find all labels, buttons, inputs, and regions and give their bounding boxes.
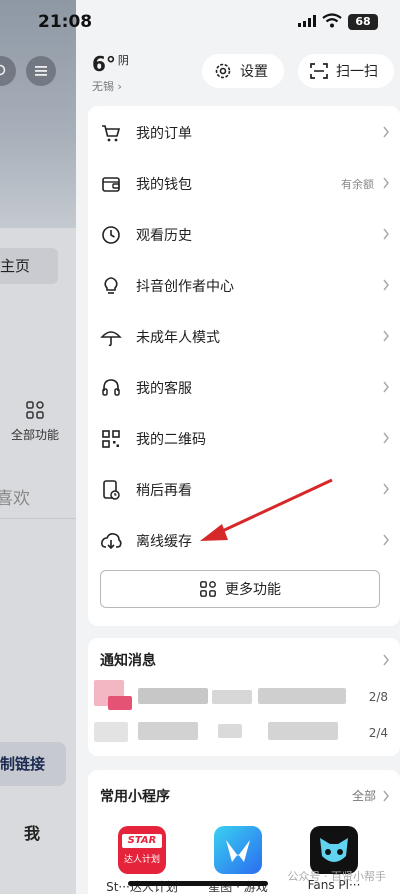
chevron-right-icon	[383, 381, 389, 393]
notifications-card[interactable]: 通知消息 2/8 2/4	[88, 638, 400, 756]
weather-city-label: 无锡	[92, 80, 114, 93]
scan-label: 扫一扫	[336, 64, 378, 80]
umbrella-icon	[100, 331, 122, 347]
menu-item-orders[interactable]: 我的订单	[88, 108, 400, 158]
copy-link-button[interactable]: 制链接	[0, 742, 66, 786]
menu-item-wallet[interactable]: 我的钱包 有余额	[88, 159, 400, 209]
message-preview-blurred	[268, 722, 338, 740]
weather-condition: 阴	[117, 54, 129, 67]
menu-item-label: 稍后再看	[136, 483, 192, 499]
scan-button[interactable]: 扫一扫	[298, 54, 394, 88]
chevron-right-icon	[383, 330, 389, 342]
more-functions-label: 更多功能	[225, 582, 281, 598]
menu-item-watch-later[interactable]: 稍后再看	[88, 465, 400, 515]
settings-label: 设置	[240, 64, 268, 80]
mini-programs-title: 常用小程序	[100, 789, 170, 805]
message-preview-blurred	[212, 690, 252, 704]
notifications-title: 通知消息	[100, 653, 156, 669]
profile-panel-dimmed: 主页 全部功能 喜欢 制链接 我	[0, 0, 76, 894]
grid-icon	[200, 581, 216, 597]
menu-item-label: 我的钱包	[136, 177, 192, 193]
avatar	[94, 722, 128, 742]
cart-icon	[102, 125, 121, 142]
menu-item-label: 未成年人模式	[136, 330, 220, 346]
menu-item-label: 离线缓存	[136, 534, 192, 550]
wifi-icon	[322, 13, 342, 28]
headset-icon	[102, 379, 120, 396]
qrcode-icon	[102, 430, 120, 448]
tab-main[interactable]: 主页	[0, 248, 58, 284]
notification-date: 2/8	[368, 690, 388, 704]
chevron-right-icon	[383, 432, 389, 444]
grid-icon	[26, 401, 44, 419]
divider	[0, 518, 76, 519]
menu-item-qrcode[interactable]: 我的二维码	[88, 414, 400, 464]
side-drawer: 6° 阴 无锡 › 设置 扫一扫 我的订单 我的钱包 有余额 观看历史 抖音创作…	[76, 0, 400, 894]
chevron-right-icon	[383, 126, 389, 138]
scan-icon	[310, 63, 328, 79]
watch-later-icon	[103, 480, 120, 500]
menu-card: 我的订单 我的钱包 有余额 观看历史 抖音创作者中心 未成年人模式 我的客服 我…	[88, 106, 400, 626]
avatar	[108, 696, 132, 710]
chevron-right-icon	[383, 534, 389, 546]
settings-button[interactable]: 设置	[202, 54, 284, 88]
menu-item-label: 抖音创作者中心	[136, 279, 234, 295]
status-time: 21:08	[38, 12, 93, 32]
home-indicator	[128, 881, 268, 886]
star-logo-subtitle: 达人计划	[123, 855, 160, 865]
chevron-right-icon	[383, 483, 389, 495]
menu-item-creator-center[interactable]: 抖音创作者中心	[88, 261, 400, 311]
tab-likes[interactable]: 喜欢	[0, 484, 30, 509]
menu-item-history[interactable]: 观看历史	[88, 210, 400, 260]
menu-item-label: 我的订单	[136, 126, 192, 142]
watermark-text: 公众号 · 百贤小帮手	[287, 870, 387, 883]
mask-logo-icon	[320, 838, 348, 862]
menu-item-label: 我的二维码	[136, 432, 206, 448]
tab-me[interactable]: 我	[24, 820, 40, 844]
wallet-balance-hint: 有余额	[341, 178, 374, 191]
menu-item-label: 观看历史	[136, 228, 192, 244]
weather-city[interactable]: 无锡 ›	[92, 78, 122, 94]
chevron-right-icon	[383, 279, 389, 291]
mini-programs-all-link[interactable]: 全部	[352, 787, 376, 804]
bulb-icon	[104, 277, 118, 294]
star-logo-text: STAR	[122, 834, 162, 848]
all-functions-label: 全部功能	[10, 428, 59, 442]
mini-app-star[interactable]: STAR 达人计划	[118, 826, 166, 874]
weather-temp-value: 6°	[92, 52, 116, 76]
menu-icon[interactable]	[26, 56, 56, 86]
signal-icon	[298, 15, 316, 27]
weather-temp: 6° 阴	[92, 52, 129, 76]
chevron-right-icon	[383, 654, 389, 666]
status-bar: 21:08 68	[0, 0, 400, 44]
chevron-right-icon	[383, 228, 389, 240]
more-functions-button[interactable]: 更多功能	[100, 570, 380, 608]
message-preview-blurred	[218, 724, 242, 738]
chevron-right-icon	[383, 790, 389, 802]
gear-icon	[215, 63, 231, 79]
battery-icon: 68	[348, 14, 378, 30]
menu-item-offline-cache[interactable]: 离线缓存	[88, 516, 400, 566]
mini-app-xingtu[interactable]	[214, 826, 262, 874]
xingtu-logo-icon	[226, 840, 250, 862]
all-functions-button[interactable]: 全部功能	[4, 400, 66, 443]
message-preview-blurred	[138, 688, 208, 704]
download-cloud-icon	[101, 533, 122, 550]
menu-item-teen-mode[interactable]: 未成年人模式	[88, 312, 400, 362]
clock-icon	[102, 226, 120, 244]
chevron-right-icon	[383, 177, 389, 189]
mini-app-fans[interactable]	[310, 826, 358, 874]
message-preview-blurred	[138, 722, 198, 740]
notification-date: 2/4	[368, 726, 388, 740]
menu-item-label: 我的客服	[136, 381, 192, 397]
wallet-icon	[102, 177, 120, 192]
menu-item-customer-service[interactable]: 我的客服	[88, 363, 400, 413]
message-preview-blurred	[258, 688, 346, 704]
